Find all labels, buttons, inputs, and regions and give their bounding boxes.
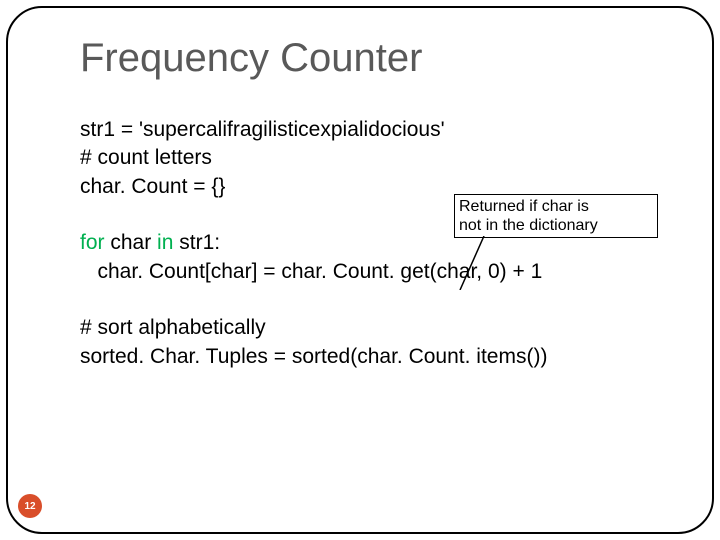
- code-line-6: # sort alphabetically: [80, 314, 547, 342]
- page-number: 12: [24, 501, 35, 512]
- page-number-badge: 12: [18, 494, 42, 518]
- callout-box: Returned if char is not in the dictionar…: [454, 194, 658, 238]
- keyword-in: in: [157, 231, 173, 254]
- code-text: str1:: [173, 231, 220, 254]
- code-block: str1 = 'supercalifragilisticexpialidocio…: [80, 116, 547, 371]
- code-line-1: str1 = 'supercalifragilisticexpialidocio…: [80, 116, 547, 144]
- slide: Frequency Counter str1 = 'supercalifragi…: [0, 0, 720, 540]
- callout-line-1: Returned if char is: [459, 197, 653, 216]
- code-blank-2: [80, 286, 547, 314]
- code-text: char: [105, 231, 158, 254]
- code-line-5: char. Count[char] = char. Count. get(cha…: [80, 258, 547, 286]
- code-line-7: sorted. Char. Tuples = sorted(char. Coun…: [80, 343, 547, 371]
- slide-title: Frequency Counter: [80, 36, 422, 81]
- code-line-2: # count letters: [80, 144, 547, 172]
- callout-line-2: not in the dictionary: [459, 216, 653, 235]
- keyword-for: for: [80, 231, 105, 254]
